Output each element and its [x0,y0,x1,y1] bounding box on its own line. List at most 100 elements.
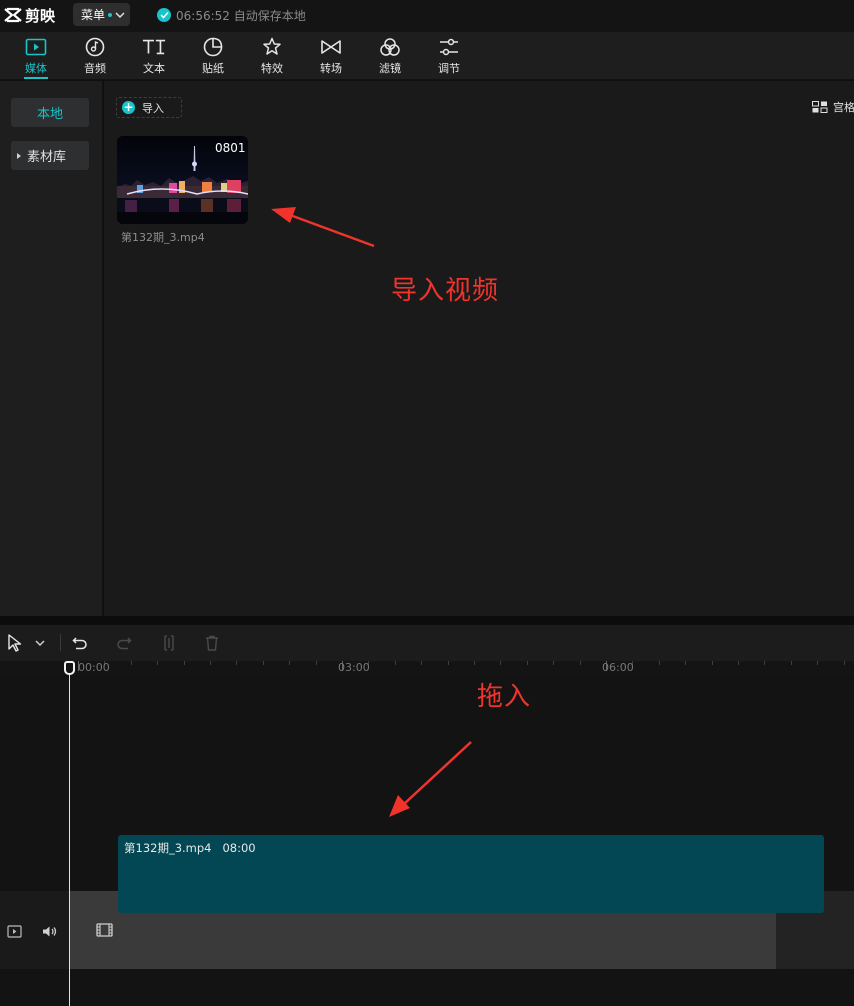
ruler-tick [289,661,290,665]
ruler-tick [316,661,317,665]
tab-filter[interactable]: 滤镜 [365,36,415,78]
grid-view-icon [812,101,828,113]
tab-audio-label: 音频 [84,62,106,75]
clip-label: 第132期_3.mp4 08:00 [124,840,256,856]
ruler-label: 00:00 [78,661,110,674]
ruler-tick [659,661,660,665]
tab-media[interactable]: 媒体 [11,36,61,78]
transition-icon [319,36,343,58]
split-icon [164,635,174,651]
active-tab-indicator [24,77,48,79]
tab-filter-label: 滤镜 [379,62,401,75]
capcut-logo-icon [4,7,22,23]
ruler-tick [527,661,528,665]
tab-transition-label: 转场 [320,62,342,75]
ruler-label: 06:00 [602,661,634,674]
video-cover-icon [7,925,22,938]
video-track-icon [96,922,113,941]
tab-adjust-label: 调节 [438,62,460,75]
effects-icon [260,36,284,58]
cursor-arrow-icon [8,634,22,652]
tab-adjust[interactable]: 调节 [424,36,474,78]
ruler-tick [263,661,264,665]
menu-notification-dot [108,12,113,17]
tab-text-label: 文本 [143,62,165,75]
plus-icon: + [122,100,135,114]
tab-sticker-label: 贴纸 [202,62,224,75]
media-icon [24,36,48,58]
import-label: 导入 [142,101,164,115]
tab-sticker[interactable]: 贴纸 [188,36,238,78]
annotation-drag-in: 拖入 [477,682,532,712]
sidebar-item-library[interactable]: 素材库 [11,141,89,170]
import-button[interactable]: + 导入 [116,97,182,118]
playhead-handle[interactable] [64,661,75,675]
annotation-import-video: 导入视频 [391,276,500,306]
ruler-tick [236,661,237,665]
split-button[interactable] [158,632,180,654]
ruler-tick [131,661,132,665]
track-mute-button[interactable] [42,923,58,942]
ruler-tick [553,661,554,665]
autosave-status: 06:56:52 自动保存本地 [157,6,306,24]
chevron-down-icon [115,11,125,18]
ruler-tick [184,661,185,665]
sidebar-item-label: 本地 [36,107,63,122]
sidebar-item-local[interactable]: 本地 [11,98,89,127]
filter-icon [378,36,402,58]
caret-right-icon [17,152,21,159]
sticker-icon [201,36,225,58]
timeline-ruler[interactable] [0,661,854,675]
sidebar-item-label: 素材库 [27,150,67,165]
ruler-tick [580,661,581,665]
clip-duration: 08:00 [222,841,256,855]
tab-text[interactable]: 文本 [129,36,179,78]
ruler-tick [791,661,792,665]
playhead-line[interactable] [69,672,70,1006]
speaker-icon [43,926,57,937]
ruler-tick [764,661,765,665]
redo-icon [117,637,132,650]
ruler-tick [685,661,686,665]
panel-divider[interactable] [0,616,854,625]
grid-view-toggle[interactable]: 宫格 [812,100,854,114]
thumbnail-filename: 第132期_3.mp4 [121,231,205,244]
ruler-tick [395,661,396,665]
text-icon [142,36,166,58]
ruler-tick [448,661,449,665]
menu-button[interactable]: 菜单 [73,3,130,26]
ruler-tick [421,661,422,665]
tab-effects[interactable]: 特效 [247,36,297,78]
app-name: 剪映 [25,6,56,25]
ruler-tick [844,661,845,665]
check-circle-icon [157,8,171,22]
menu-label: 菜单 [81,8,106,22]
view-toggle-label: 宫格 [833,101,854,114]
redo-button[interactable] [113,632,135,654]
ruler-tick [738,661,739,665]
ruler-tick [712,661,713,665]
app-logo: 剪映 [4,5,55,25]
ruler-tick [210,661,211,665]
audio-icon [83,36,107,58]
tab-effects-label: 特效 [261,62,283,75]
tab-transition[interactable]: 转场 [306,36,356,78]
clip-name: 第132期_3.mp4 [124,841,212,855]
undo-button[interactable] [69,632,91,654]
thumbnail-duration: 0801 [215,141,246,155]
tab-media-label: 媒体 [25,62,47,75]
ruler-tick [157,661,158,665]
tab-audio[interactable]: 音频 [70,36,120,78]
undo-icon [72,637,87,650]
ruler-label: 03:00 [338,661,370,674]
chevron-down-icon [35,640,45,647]
select-tool-button[interactable] [4,632,26,654]
toolbar-separator [60,634,61,651]
select-mode-dropdown[interactable] [29,632,51,654]
delete-button[interactable] [201,632,223,654]
trash-icon [206,635,218,651]
track-cover-button[interactable] [7,923,22,942]
ruler-tick [500,661,501,665]
adjust-icon [437,36,461,58]
ruler-tick [474,661,475,665]
